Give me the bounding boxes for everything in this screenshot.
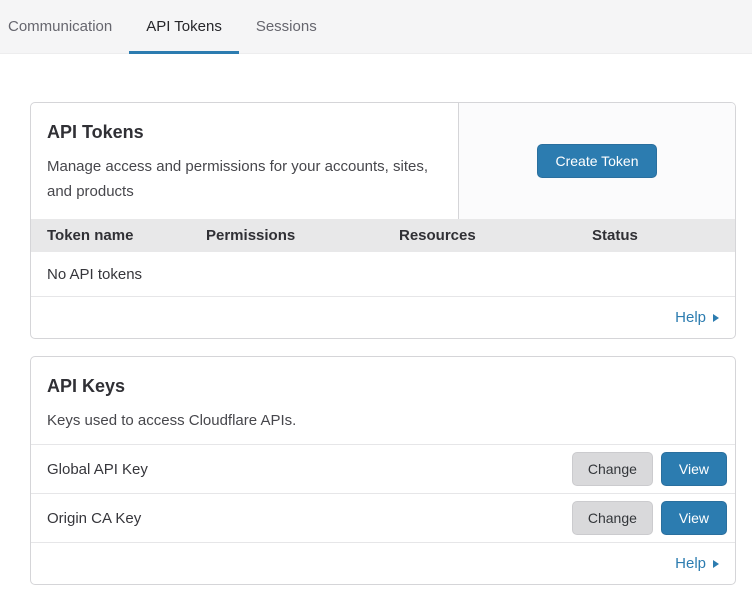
api-keys-help-link[interactable]: Help [675,555,719,572]
api-tokens-card: API Tokens Manage access and permissions… [30,102,736,339]
api-keys-card-footer: Help [31,543,735,584]
api-tokens-help-link[interactable]: Help [675,309,719,326]
api-keys-card: API Keys Keys used to access Cloudflare … [30,356,736,585]
view-global-key-button[interactable]: View [661,452,727,486]
key-name-global: Global API Key [47,461,148,478]
key-actions-global: Change View [572,452,727,486]
token-table-empty-row: No API tokens [31,252,735,297]
column-header-resources: Resources [399,227,592,244]
api-keys-card-header: API Keys Keys used to access Cloudflare … [31,357,735,445]
api-tokens-page: Communication API Tokens Sessions API To… [0,0,752,592]
api-tokens-title: API Tokens [47,122,434,143]
arrow-right-icon [713,314,719,322]
column-header-status: Status [592,227,735,244]
change-global-key-button[interactable]: Change [572,452,653,486]
api-tokens-description: Manage access and permissions for your a… [47,154,434,204]
key-actions-origin-ca: Change View [572,501,727,535]
create-token-button[interactable]: Create Token [537,144,656,178]
tab-api-tokens-label: API Tokens [146,18,222,35]
api-tokens-card-header: API Tokens Manage access and permissions… [31,103,735,219]
api-keys-description: Keys used to access Cloudflare APIs. [47,408,719,433]
api-key-row-global: Global API Key Change View [31,445,735,494]
tab-communication-label: Communication [8,18,112,35]
column-header-permissions: Permissions [206,227,399,244]
tab-bar: Communication API Tokens Sessions [0,0,752,54]
column-header-token-name: Token name [47,227,206,244]
api-tokens-card-footer: Help [31,297,735,338]
tab-api-tokens[interactable]: API Tokens [129,0,239,53]
change-origin-ca-key-button[interactable]: Change [572,501,653,535]
api-keys-title: API Keys [47,376,719,397]
token-table-header: Token name Permissions Resources Status [31,219,735,252]
main-content: API Tokens Manage access and permissions… [30,102,736,585]
help-link-label: Help [675,309,706,326]
help-link-label: Help [675,555,706,572]
arrow-right-icon [713,560,719,568]
empty-message: No API tokens [47,266,142,283]
view-origin-ca-key-button[interactable]: View [661,501,727,535]
api-tokens-card-action-panel: Create Token [459,103,735,219]
tab-communication[interactable]: Communication [0,0,129,53]
key-name-origin-ca: Origin CA Key [47,510,141,527]
tab-sessions[interactable]: Sessions [239,0,334,53]
tab-sessions-label: Sessions [256,18,317,35]
api-tokens-card-header-text: API Tokens Manage access and permissions… [31,103,459,219]
api-key-row-origin-ca: Origin CA Key Change View [31,494,735,543]
